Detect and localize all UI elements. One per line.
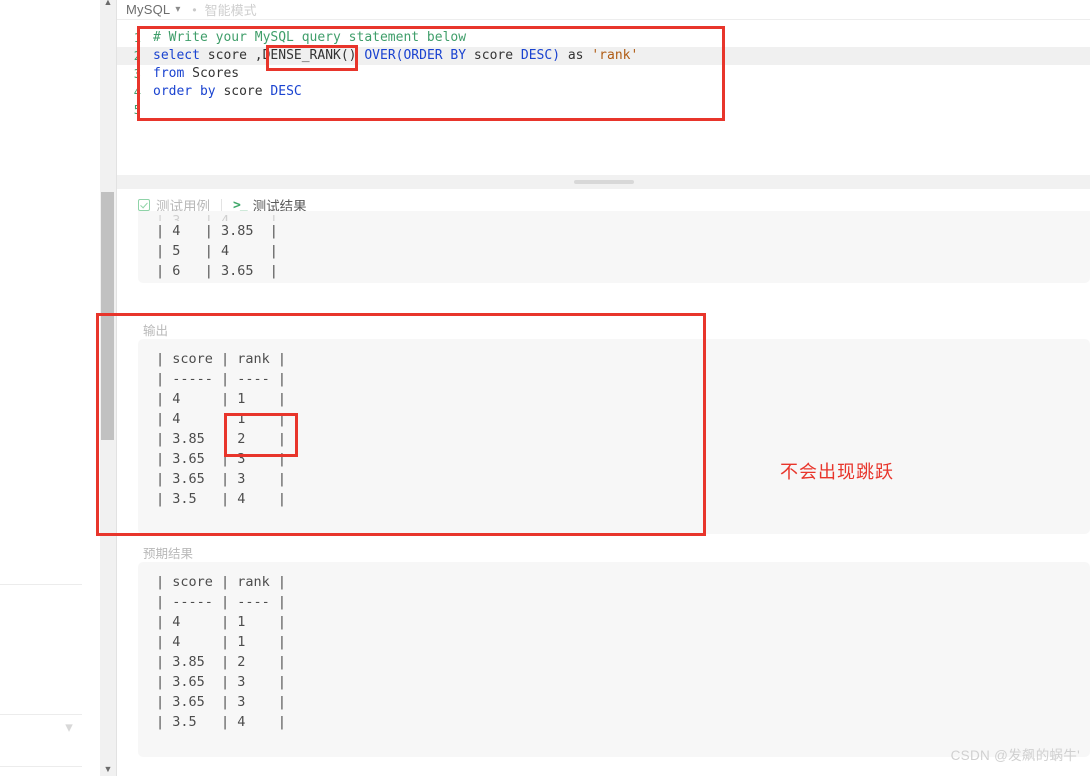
language-selector-label[interactable]: MySQL	[126, 2, 170, 17]
smart-mode-label[interactable]: 智能模式	[205, 0, 257, 19]
line-number: 2	[133, 49, 141, 63]
main-content: MySQL ▾ • 智能模式 1 # Write your MySQL query…	[117, 0, 1090, 776]
scrolled-table-text: | 4 | 3.85 | | 5 | 4 | | 6 | 3.65 |	[156, 223, 278, 279]
chevron-down-icon[interactable]: ▾	[58, 720, 80, 736]
left-background-column	[0, 0, 100, 776]
code-lines[interactable]: 1 # Write your MySQL query statement belo…	[117, 29, 1090, 119]
tab-separator	[221, 198, 222, 212]
screenshot-root: ▾ ▲ ▼ MySQL ▾ • 智能模式 1 # Write your MySQL…	[0, 0, 1090, 776]
scrolled-table-block: | 3 | 4 | | 4 | 3.85 | | 5 | 4 | | 6 | 3.…	[138, 211, 1090, 283]
watermark-label: CSDN @发飙的蜗牛'	[950, 748, 1080, 763]
expected-result-label: 预期结果	[143, 547, 194, 561]
output-table-block: | score | rank | | ----- | ---- | | 4 | …	[138, 339, 1090, 534]
code-line[interactable]: 3 from Scores	[117, 65, 1090, 83]
code-text: order by score DESC	[153, 84, 302, 99]
splitter-grip-handle[interactable]	[573, 180, 634, 184]
left-divider-top	[0, 584, 82, 585]
separator-dot: •	[192, 2, 197, 17]
scrollbar-up-arrow-icon[interactable]: ▲	[101, 0, 115, 7]
bottom-strip	[117, 770, 1090, 776]
output-label: 输出	[143, 324, 169, 338]
code-line[interactable]: 5	[117, 101, 1090, 119]
code-editor-panel[interactable]: 1 # Write your MySQL query statement belo…	[117, 19, 1090, 191]
line-number: 1	[133, 31, 141, 45]
chevron-down-icon[interactable]: ▾	[175, 4, 180, 15]
annotation-note-text: 不会出现跳跃	[780, 462, 894, 482]
line-number: 3	[133, 67, 141, 81]
results-panel: 测试用例 >_ 测试结果 | 3 | 4 | | 4 | 3.85 | | 5 |…	[117, 189, 1090, 776]
left-divider-bottom	[0, 714, 82, 715]
code-text: select score ,DENSE_RANK() OVER(ORDER BY…	[153, 48, 639, 63]
scrollbar-down-arrow-icon[interactable]: ▼	[101, 762, 115, 776]
checkbox-check-icon	[138, 199, 150, 211]
line-number: 4	[133, 85, 141, 99]
expected-table-block: | score | rank | | ----- | ---- | | 4 | …	[138, 562, 1090, 757]
clipped-row: | 3 | 4 |	[156, 213, 278, 221]
panel-splitter[interactable]	[117, 175, 1090, 190]
code-line[interactable]: 4 order by score DESC	[117, 83, 1090, 101]
code-line[interactable]: 1 # Write your MySQL query statement belo…	[117, 29, 1090, 47]
language-bar: MySQL ▾ • 智能模式	[117, 0, 1090, 19]
code-text: # Write your MySQL query statement below	[153, 30, 467, 45]
page-scrollbar-thumb[interactable]	[101, 192, 114, 440]
code-line[interactable]: 2 select score ,DENSE_RANK() OVER(ORDER B…	[117, 47, 1090, 65]
code-text: from Scores	[153, 66, 240, 81]
left-divider-lower	[0, 766, 82, 767]
line-number: 5	[133, 103, 141, 117]
